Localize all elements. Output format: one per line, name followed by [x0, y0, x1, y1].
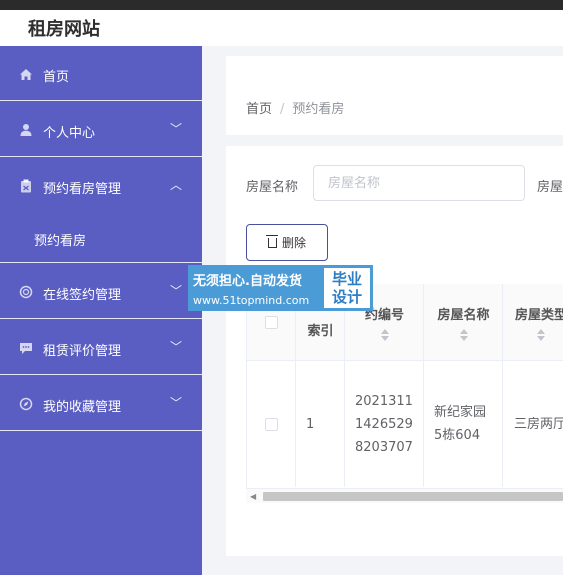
chevron-down-icon: ﹀: [169, 396, 182, 410]
row-checkbox[interactable]: [265, 417, 278, 431]
sort-icon[interactable]: [380, 328, 389, 341]
watermark-badge: 毕业 设计: [324, 268, 370, 308]
chevron-down-icon: ﹀: [169, 284, 182, 298]
horizontal-scrollbar[interactable]: ◀: [246, 488, 563, 503]
delete-button-label: 删除: [281, 236, 306, 250]
data-table: 索引 约编号 房屋名称 房屋类型 1 2021311 1426529 82037…: [246, 284, 563, 488]
cell-appointment-no: 2021311 1426529 8203707: [355, 361, 424, 487]
sidebar-item-label: 首页: [43, 70, 70, 85]
chevron-down-icon: ﹀: [169, 122, 182, 136]
header-index-label: 索引: [307, 324, 334, 339]
header-house-type[interactable]: 房屋类型: [503, 284, 563, 360]
breadcrumb-separator: /: [280, 102, 285, 117]
breadcrumb-current: 预约看房: [292, 102, 345, 117]
sidebar-item-label: 租赁评价管理: [43, 344, 122, 359]
watermark-text: 无须担心.自动发货 www.51topmind.com: [193, 270, 309, 307]
cell-house-name-line: 新纪家园: [434, 405, 487, 420]
delete-button[interactable]: 删除: [246, 224, 328, 261]
cell-index: 1: [306, 416, 315, 432]
site-title: 租房网站: [28, 19, 100, 40]
sidebar-item-label: 预约看房管理: [43, 182, 122, 197]
sidebar-item-home[interactable]: 首页: [0, 46, 202, 101]
row-select: [247, 361, 296, 487]
watermark-badge-top: 毕业: [331, 270, 362, 288]
sidebar-item-favorites-management[interactable]: 我的收藏管理 ﹀: [0, 376, 202, 431]
sort-icon[interactable]: [537, 328, 545, 341]
cell-house-type: 三房两厅: [514, 416, 563, 432]
chat-icon: [18, 340, 34, 356]
sidebar-subitem-appointment[interactable]: 预约看房: [0, 212, 202, 264]
sidebar-item-appointment-management[interactable]: 预约看房管理 ︿: [0, 158, 202, 213]
breadcrumb-card: 首页 / 预约看房: [226, 56, 563, 135]
sidebar: 首页 个人中心 ﹀ 预约看房管理 ︿ 预约看房 在线签约管理 ﹀ 租赁评价管理 …: [0, 46, 202, 575]
chevron-down-icon: ﹀: [169, 340, 182, 354]
breadcrumb: 首页 / 预约看房: [246, 98, 344, 117]
breadcrumb-home[interactable]: 首页: [246, 102, 272, 117]
cell-appointment-no-line: 1426529: [355, 416, 413, 432]
top-header: 租房网站: [0, 0, 563, 46]
cell-house-name-line: 5栋604: [434, 428, 481, 443]
sidebar-item-label: 个人中心: [43, 126, 96, 141]
chevron-up-icon: ︿: [169, 178, 182, 192]
cell-house-name: 新纪家园 5栋604: [434, 361, 503, 487]
house-name-input[interactable]: [313, 165, 525, 201]
watermark-badge-bottom: 设计: [331, 288, 362, 306]
watermark-line1: 无须担心.自动发货: [193, 274, 302, 289]
select-all-checkbox[interactable]: [265, 315, 278, 329]
compass-icon: [18, 396, 34, 412]
watermark-line2: www.51topmind.com: [193, 294, 310, 307]
sidebar-item-personal-center[interactable]: 个人中心 ﹀: [0, 102, 202, 157]
house-filter-label: 房屋: [537, 180, 563, 195]
clipboard-icon: [18, 178, 34, 194]
sidebar-item-label: 在线签约管理: [43, 288, 122, 303]
sort-icon[interactable]: [459, 328, 468, 341]
home-icon: [18, 66, 34, 82]
user-icon: [18, 122, 34, 138]
sidebar-subitem-label: 预约看房: [34, 234, 87, 249]
divider: [0, 262, 202, 263]
house-name-label: 房屋名称: [246, 180, 299, 195]
watermark-banner: 无须担心.自动发货 www.51topmind.com 毕业 设计: [188, 265, 373, 311]
circle-icon: [18, 284, 34, 300]
sidebar-item-label: 我的收藏管理: [43, 400, 122, 415]
scroll-left-icon[interactable]: ◀: [250, 492, 256, 501]
sidebar-item-contract-management[interactable]: 在线签约管理 ﹀: [0, 264, 202, 319]
trash-icon: [265, 234, 278, 248]
cell-appointment-no-line: 2021311: [355, 393, 413, 409]
scrollbar-thumb[interactable]: [263, 492, 563, 501]
content-card: 房屋名称 房屋 删除 索引 约编号 房屋名称: [226, 146, 563, 556]
header-house-name-label: 房屋名称: [437, 307, 490, 323]
cell-appointment-no-line: 8203707: [355, 439, 413, 455]
header-house-type-label: 房屋类型: [515, 307, 563, 323]
sidebar-item-review-management[interactable]: 租赁评价管理 ﹀: [0, 320, 202, 375]
header-house-name[interactable]: 房屋名称: [424, 284, 503, 360]
